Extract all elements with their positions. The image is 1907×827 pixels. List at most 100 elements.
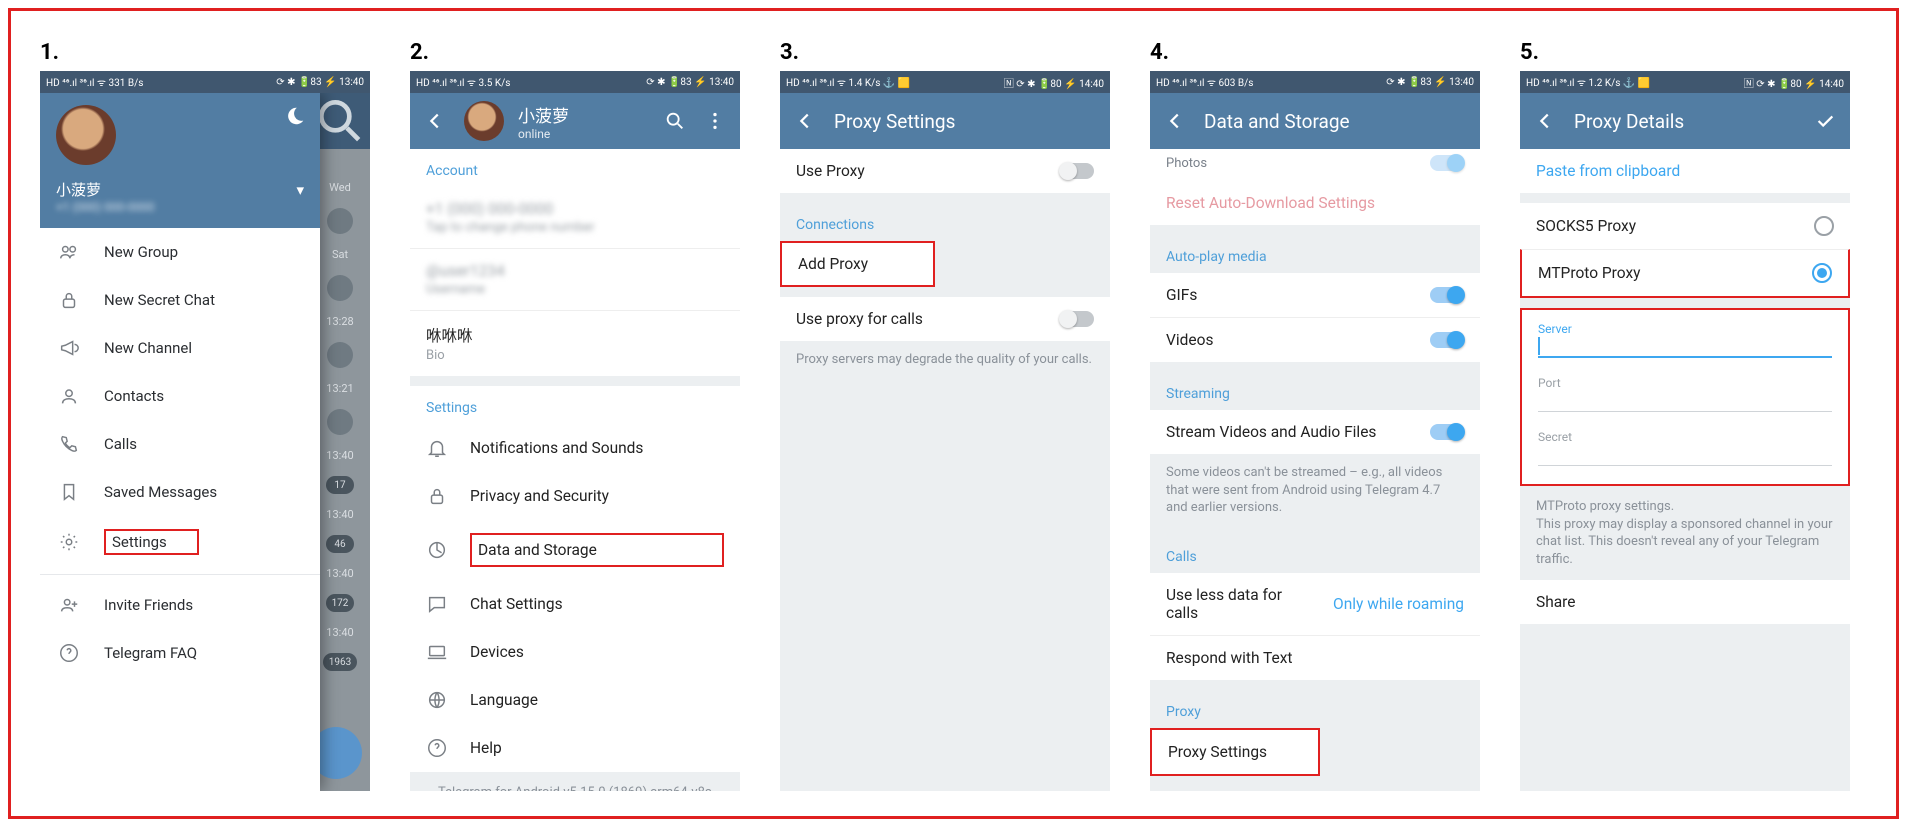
toggle-on[interactable] [1430,287,1464,303]
help-icon [58,642,80,664]
drawer-settings[interactable]: Settings [40,516,320,568]
note-title: MTProto proxy settings. [1536,499,1674,514]
label: SOCKS5 Proxy [1536,217,1792,235]
phone-icon [58,433,80,455]
more-icon[interactable] [704,110,726,132]
chat-settings-row[interactable]: Chat Settings [410,580,740,628]
reset-autodownload-row[interactable]: Reset Auto-Download Settings [1150,181,1480,225]
chat-avatar [327,409,353,435]
socks5-row[interactable]: SOCKS5 Proxy [1520,203,1850,249]
bio-row[interactable]: 咻咻咻Bio [410,310,740,376]
help-row[interactable]: Help [410,724,740,772]
label: Privacy and Security [470,487,724,505]
day-label: Sat [332,248,348,261]
drawer-invite-friends[interactable]: Invite Friends [40,581,320,629]
screenshot-2: 2. HD ⁴⁶.ıl ³⁶.ıl ᯤ 3.5 K/s ⟳ ✱ 🔋83 ⚡ 13… [410,40,740,791]
drawer-contacts[interactable]: Contacts [40,372,320,420]
label: Chat Settings [470,595,724,613]
label: Calls [104,435,137,453]
label: Use proxy for calls [796,310,1038,328]
label-highlighted: Settings [104,529,199,555]
drawer-saved-messages[interactable]: Saved Messages [40,468,320,516]
proxy-details-app-bar: Proxy Details [1520,93,1850,149]
step-number-5: 5. [1520,40,1850,65]
check-icon[interactable] [1814,110,1836,132]
label: Contacts [104,387,164,405]
chat-icon [426,593,448,615]
chat-avatar [327,275,353,301]
data-icon [426,539,448,561]
bio-value: 咻咻咻 [426,324,724,346]
back-icon[interactable] [794,110,816,132]
proxy-note: Proxy servers may degrade the quality of… [780,341,1110,383]
use-proxy-row[interactable]: Use Proxy [780,149,1110,193]
help-icon [426,737,448,759]
label: Share [1536,593,1834,611]
gifs-row[interactable]: GIFs [1150,273,1480,317]
label: GIFs [1166,286,1408,304]
language-row[interactable]: Language [410,676,740,724]
videos-row[interactable]: Videos [1150,317,1480,362]
privacy-row[interactable]: Privacy and Security [410,472,740,520]
android-status-bar: HD ⁴⁶.ıl ³⁶.ıl ᯤ 1.4 K/s ⚓ 🟨 🄽 ⟳ ✱ 🔋80 ⚡… [780,71,1110,93]
phone-blurred: +1 (000) 000-0000 [56,200,304,214]
stream-row[interactable]: Stream Videos and Audio Files [1150,410,1480,454]
avatar [56,105,116,165]
navigation-drawer: 小菠萝 ▾ +1 (000) 000-0000 New Group New Se… [40,93,320,791]
page-title: Proxy Settings [834,110,1096,133]
drawer-new-group[interactable]: New Group [40,228,320,276]
devices-row[interactable]: Devices [410,628,740,676]
toggle-on[interactable] [1430,155,1464,171]
label-highlighted: Data and Storage [470,533,724,567]
respond-text-row[interactable]: Respond with Text [1150,635,1480,680]
toggle-on[interactable] [1430,424,1464,440]
laptop-icon [426,641,448,663]
unread-badge: 172 [326,594,355,612]
toggle-off[interactable] [1060,163,1094,179]
drawer-new-channel[interactable]: New Channel [40,324,320,372]
page-title: Proxy Details [1574,110,1796,133]
drawer-calls[interactable]: Calls [40,420,320,468]
username-hint-blurred: Username [426,282,724,297]
gear-icon [58,531,80,553]
port-input[interactable]: Port [1538,372,1832,416]
drawer-faq[interactable]: Telegram FAQ [40,629,320,677]
toggle-on[interactable] [1430,332,1464,348]
server-input[interactable]: Server [1538,318,1832,362]
share-row[interactable]: Share [1520,580,1850,624]
proxy-settings-row[interactable]: Proxy Settings [1150,728,1320,776]
avatar [464,101,504,141]
expand-icon[interactable]: ▾ [296,181,304,199]
back-icon[interactable] [1164,110,1186,132]
screenshot-4: 4. HD ⁴⁶.ıl ³⁶.ıl ᯤ 603 B/s ⟳ ✱ 🔋83 ⚡ 13… [1150,40,1480,791]
use-proxy-calls-row[interactable]: Use proxy for calls [780,297,1110,341]
note-body: This proxy may display a sponsored chann… [1536,517,1833,567]
use-less-data-row[interactable]: Use less data for callsOnly while roamin… [1150,573,1480,635]
drawer-new-secret-chat[interactable]: New Secret Chat [40,276,320,324]
search-icon[interactable] [664,110,686,132]
radio-on[interactable] [1812,263,1832,283]
photos-sublabel: Photos [1150,149,1480,181]
stream-note: Some videos can't be streamed – e.g., al… [1150,454,1480,531]
back-icon[interactable] [1534,110,1556,132]
profile-name: 小菠萝 [518,102,569,127]
toggle-off[interactable] [1060,311,1094,327]
label: Paste from clipboard [1536,162,1834,180]
back-icon[interactable] [424,110,446,132]
footer-version: Telegram for Android v5.15.0 (1869) arm6… [410,772,740,791]
paste-clipboard-row[interactable]: Paste from clipboard [1520,149,1850,193]
autoplay-header: Auto-play media [1150,235,1480,273]
status-right: ⟳ ✱ 🔋83 ⚡ 13:40 [646,77,734,88]
phone-row[interactable]: +1 (000) 000-0000Tap to change phone num… [410,187,740,248]
night-mode-icon[interactable] [284,105,306,127]
data-storage-row[interactable]: Data and Storage [410,520,740,580]
notifications-row[interactable]: Notifications and Sounds [410,424,740,472]
connections-header: Connections [780,203,1110,241]
screenshot-3: 3. HD ⁴⁶.ıl ³⁶.ıl ᯤ 1.4 K/s ⚓ 🟨 🄽 ⟳ ✱ 🔋8… [780,40,1110,791]
mtproto-row[interactable]: MTProto Proxy [1520,249,1850,298]
secret-input[interactable]: Secret [1538,426,1832,470]
username-row[interactable]: @user1234Username [410,248,740,310]
add-proxy-row[interactable]: Add Proxy [780,241,935,287]
radio-off[interactable] [1814,216,1834,236]
drawer-profile-header[interactable]: 小菠萝 ▾ +1 (000) 000-0000 [40,93,320,228]
